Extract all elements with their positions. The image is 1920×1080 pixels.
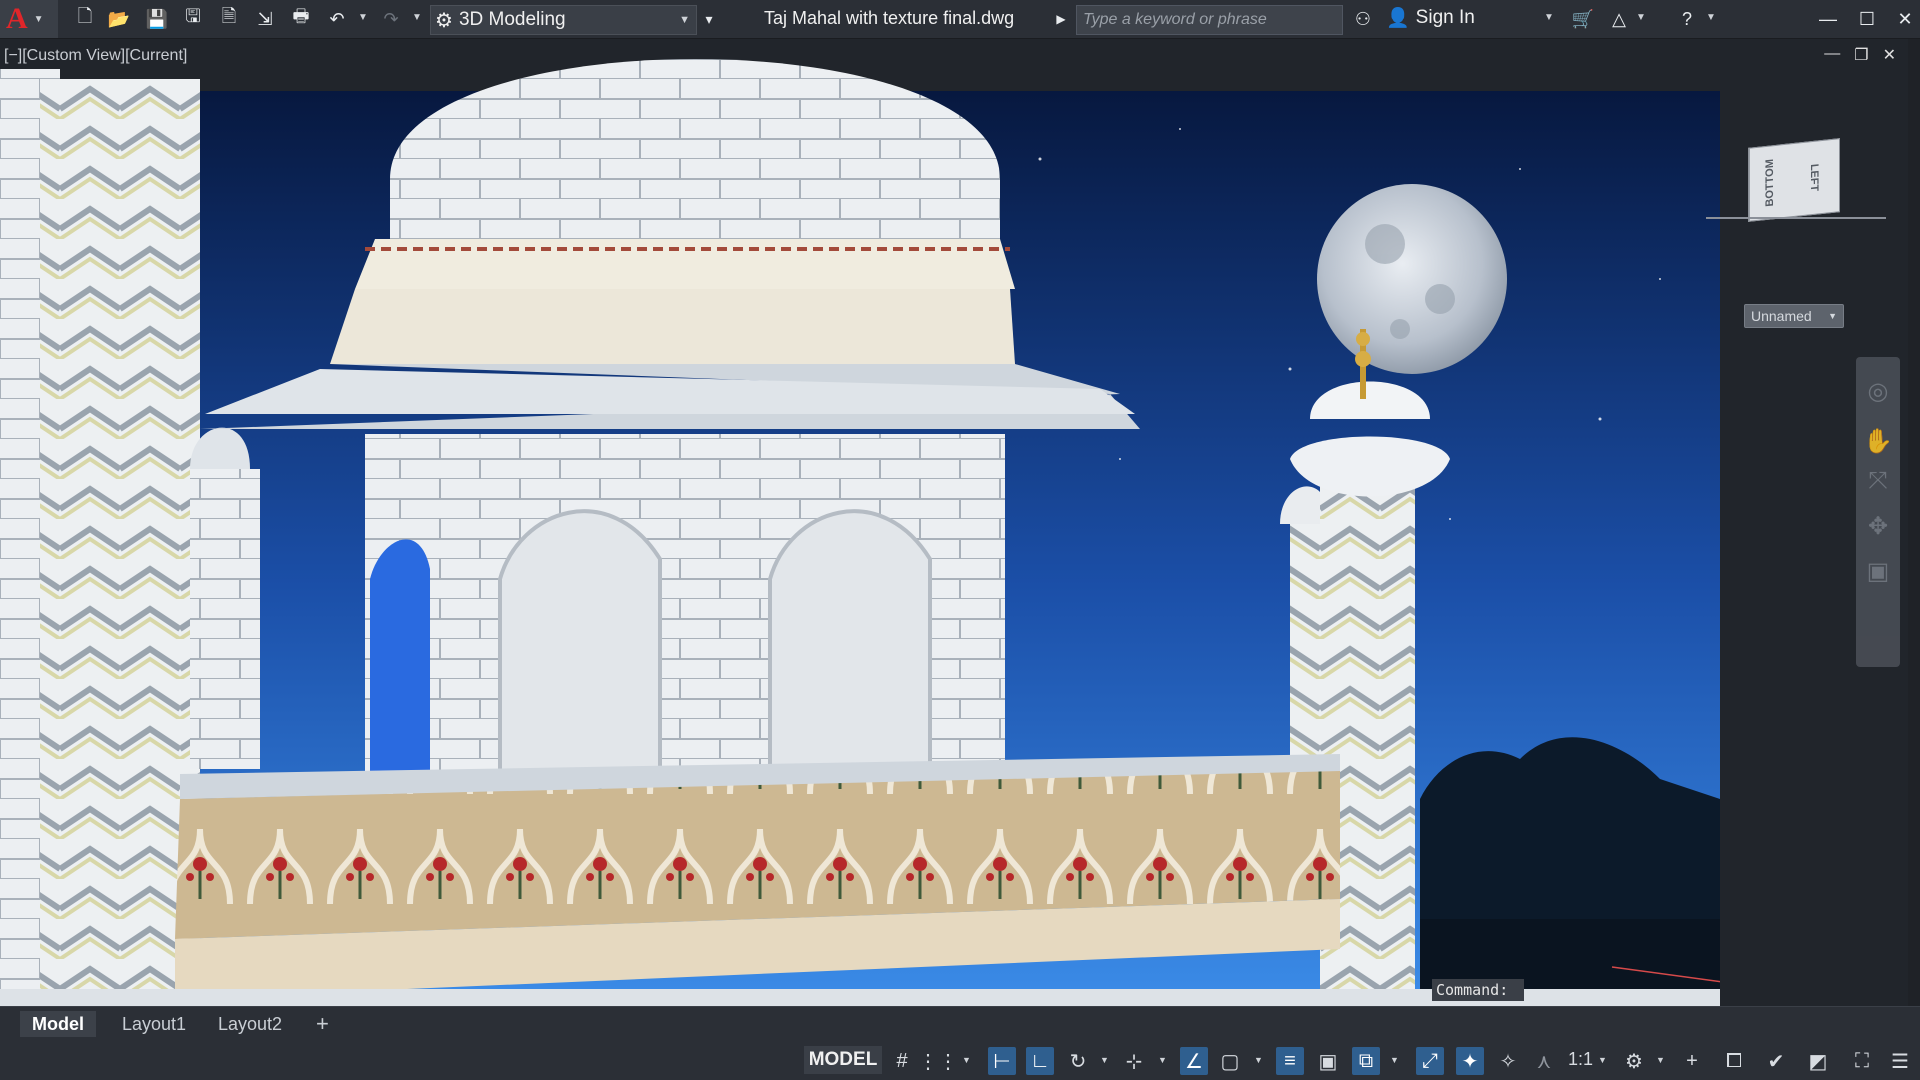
pan-hand-icon[interactable]: ✋ (1863, 427, 1893, 455)
chevron-down-icon: ▼ (1828, 311, 1837, 321)
steering-wheel-icon[interactable]: ◎ (1864, 377, 1892, 405)
view-cube[interactable]: BOTTOM LEFT (1748, 138, 1840, 222)
workspace-label: 3D Modeling (458, 9, 566, 30)
ucs-dynamic-icon[interactable]: ⤢ (1416, 1047, 1444, 1075)
polar-dropdown-icon[interactable]: ▼ (1100, 1055, 1109, 1065)
object-snap-icon[interactable]: ▢ (1216, 1047, 1244, 1075)
ucs-menu[interactable]: Unnamed ▼ (1744, 304, 1844, 328)
maximize-icon[interactable]: ☐ (1852, 4, 1882, 34)
clean-screen-icon[interactable]: ⛶ (1848, 1047, 1876, 1075)
close-icon[interactable]: ✕ (1890, 4, 1920, 34)
cart-icon[interactable]: 🛒 (1568, 4, 1598, 34)
workspace-selector[interactable]: ⚙ 3D Modeling ▼ (430, 5, 697, 35)
selection-cycling-icon[interactable]: ⧉ (1352, 1047, 1380, 1075)
tab-layout2[interactable]: Layout2 (218, 1011, 282, 1037)
model-space-button[interactable]: MODEL (804, 1046, 882, 1074)
infer-constraints-icon[interactable]: ⊢ (988, 1047, 1016, 1075)
viewport-minimize-icon[interactable]: — (1824, 45, 1840, 65)
workspace-dropdown-icon[interactable]: ▼ (1656, 1055, 1665, 1065)
help-icon[interactable]: ? (1672, 4, 1702, 34)
units-icon[interactable]: ⧠ (1720, 1047, 1748, 1075)
redo-icon[interactable]: ↷ (376, 4, 406, 34)
drawing-viewport[interactable]: [−][Custom View][Current] — ❐ ✕ BOTTOM L… (0, 39, 1908, 1006)
workspace-switch-gear-icon[interactable]: ⚙ (1620, 1047, 1648, 1075)
share-icon[interactable]: ⇲ (250, 4, 280, 34)
publish-icon[interactable]: 🗎 (214, 4, 244, 34)
layout-tab-bar: Model Layout1 Layout2 + (0, 1006, 1920, 1041)
print-icon[interactable]: 🖶 (286, 4, 316, 34)
viewcube-face-left[interactable]: LEFT (1789, 139, 1839, 216)
autodesk-app-icon[interactable]: △ (1604, 4, 1634, 34)
orbit-icon[interactable]: ✥ (1864, 512, 1892, 540)
sign-in-label: Sign In (1415, 7, 1475, 28)
app-dropdown-icon[interactable]: ▼ (1636, 12, 1646, 23)
snap-dropdown-icon[interactable]: ▼ (962, 1055, 971, 1065)
annotation-visibility-icon[interactable]: ✦ (1456, 1047, 1484, 1075)
search-box[interactable] (1076, 5, 1343, 35)
sign-in-dropdown-icon[interactable]: ▼ (1544, 12, 1554, 23)
annotation-scale-value[interactable]: 1:1 (1568, 1049, 1593, 1070)
command-history: Command: (1432, 979, 1524, 1001)
customize-toolbar-icon[interactable]: ▾ (694, 4, 724, 34)
snap-icon[interactable]: ⋮⋮ (918, 1047, 958, 1075)
quick-properties-icon[interactable]: ✔ (1762, 1047, 1790, 1075)
user-icon: 👤 (1386, 8, 1410, 29)
tab-layout1[interactable]: Layout1 (122, 1011, 186, 1037)
ortho-icon[interactable]: ∟ (1026, 1047, 1054, 1075)
annotation-scale-icon[interactable]: ⋏ (1530, 1047, 1558, 1075)
binoculars-icon[interactable]: ⚇ (1348, 4, 1378, 34)
chevron-down-icon: ▼ (33, 13, 44, 25)
viewcube-face-bottom[interactable]: BOTTOM (1749, 144, 1790, 221)
redo-dropdown-icon[interactable]: ▼ (412, 12, 422, 23)
scale-dropdown-icon[interactable]: ▼ (1598, 1055, 1607, 1065)
customization-menu-icon[interactable]: ☰ (1886, 1047, 1914, 1075)
status-bar: MODEL # ⋮⋮ ▼ ⊢ ∟ ↻ ▼ ⊹ ▼ ∠ ▢ ▼ ≡ ▣ ⧉ ▼ ⤢… (0, 1041, 1920, 1080)
lineweight-icon[interactable]: ≡ (1276, 1047, 1304, 1075)
new-file-icon[interactable]: 🗋 (70, 4, 100, 34)
rendered-scene (0, 39, 1720, 1006)
transparency-icon[interactable]: ▣ (1314, 1047, 1342, 1075)
isodraft-dropdown-icon[interactable]: ▼ (1158, 1055, 1167, 1065)
object-snap-tracking-icon[interactable]: ∠ (1180, 1047, 1208, 1075)
save-as-icon[interactable]: 🖫 (178, 4, 208, 34)
hardware-acceleration-icon[interactable]: ◩ (1804, 1047, 1832, 1075)
document-title: Taj Mahal with texture final.dwg (764, 8, 1015, 28)
viewport-controls-label[interactable]: [−][Custom View][Current] (4, 47, 187, 65)
chevron-down-icon: ▼ (679, 14, 690, 26)
auto-scale-icon[interactable]: ✧ (1494, 1047, 1522, 1075)
application-menu-button[interactable]: A ▼ (0, 0, 58, 38)
tab-model[interactable]: Model (20, 1011, 96, 1037)
search-input[interactable] (1077, 6, 1342, 34)
showmotion-icon[interactable]: ▣ (1864, 557, 1892, 585)
undo-dropdown-icon[interactable]: ▼ (358, 12, 368, 23)
viewport-restore-icon[interactable]: ❐ (1854, 45, 1868, 65)
title-bar: A ▼ 🗋 📂 💾 🖫 🗎 ⇲ 🖶 ↶ ▼ ↷ ▼ ⚙ 3D Modeling … (0, 0, 1920, 39)
open-folder-icon[interactable]: 📂 (104, 4, 134, 34)
undo-icon[interactable]: ↶ (322, 4, 352, 34)
expand-arrow-icon[interactable]: ▶ (1046, 4, 1076, 34)
object-snap-dropdown-icon[interactable]: ▼ (1254, 1055, 1263, 1065)
polar-tracking-icon[interactable]: ↻ (1064, 1047, 1092, 1075)
gear-icon: ⚙ (435, 9, 453, 32)
ucs-name-label: Unnamed (1751, 308, 1812, 324)
minimize-icon[interactable]: — (1813, 4, 1843, 34)
save-icon[interactable]: 💾 (142, 4, 172, 34)
navigation-bar: ◎ ✋ ⤧ ✥ ▣ (1856, 357, 1900, 667)
viewcube-compass[interactable] (1706, 217, 1886, 219)
viewport-window-controls: — ❐ ✕ (1824, 45, 1896, 65)
app-logo-letter: A (6, 2, 28, 35)
add-layout-button[interactable]: + (316, 1011, 329, 1037)
sign-in-button[interactable]: 👤 Sign In (1386, 6, 1475, 30)
grid-icon[interactable]: # (888, 1047, 916, 1075)
help-dropdown-icon[interactable]: ▼ (1706, 12, 1716, 23)
selection-dropdown-icon[interactable]: ▼ (1390, 1055, 1399, 1065)
annotation-monitor-plus-icon[interactable]: + (1678, 1047, 1706, 1075)
zoom-extents-icon[interactable]: ⤧ (1864, 467, 1892, 495)
viewport-close-icon[interactable]: ✕ (1883, 45, 1896, 65)
isodraft-icon[interactable]: ⊹ (1120, 1047, 1148, 1075)
